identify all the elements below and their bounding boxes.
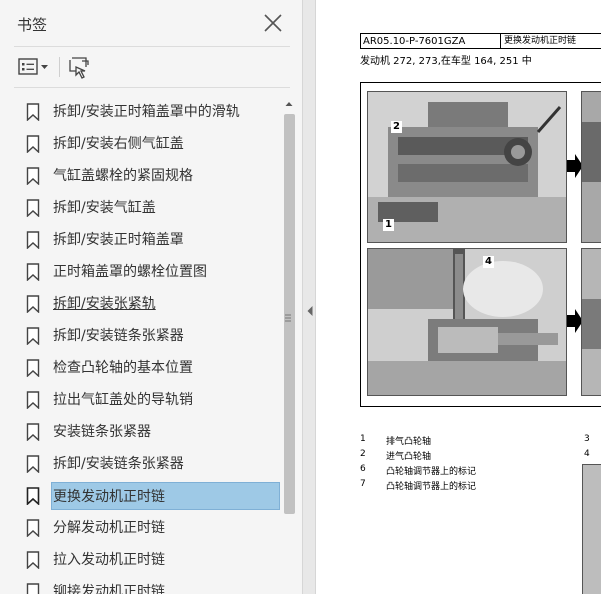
figure-callout: 4	[483, 256, 494, 268]
panel-splitter[interactable]	[302, 0, 316, 594]
bookmark-item[interactable]: 分解发动机正时链	[16, 512, 282, 544]
bookmark-label: 安装链条张紧器	[53, 424, 151, 440]
bookmark-label: 更换发动机正时链	[51, 482, 280, 510]
legend-number: 2	[360, 449, 366, 459]
bookmark-label: 拉入发动机正时链	[53, 552, 165, 568]
bookmark-icon	[26, 487, 40, 505]
figure-legend: 1 排气凸轮轴 3 2 进气凸轮轴 4 6 凸轮轴调节器上的标记 7 凸轮轴调节…	[360, 434, 600, 494]
bookmark-item-selected[interactable]: 更换发动机正时链	[16, 480, 282, 512]
legend-number: 6	[360, 464, 366, 474]
bookmarks-panel: 书签 拆卸/安装正时箱盖罩中的滑轨 拆卸/安装右侧气缸盖 气缸盖螺栓的紧固规格 …	[0, 0, 302, 594]
close-icon[interactable]	[262, 12, 284, 34]
toolbar-separator	[59, 57, 60, 77]
bookmark-item[interactable]: 拆卸/安装链条张紧器	[16, 448, 282, 480]
bookmark-scrollbar[interactable]	[282, 96, 296, 594]
bookmark-icon	[26, 327, 40, 345]
bookmark-icon	[26, 231, 40, 249]
legend-text: 凸轮轴调节器上的标记	[386, 467, 477, 477]
header-separator	[500, 34, 501, 49]
legend-text: 凸轮轴调节器上的标记	[386, 482, 477, 492]
collapse-panel-arrow-icon[interactable]	[306, 302, 314, 316]
bookmark-label: 铆接发动机正时链	[53, 584, 165, 594]
scroll-up-arrow-icon[interactable]	[282, 96, 296, 112]
bookmark-label: 拉出气缸盖处的导轨销	[53, 392, 193, 408]
bookmark-item[interactable]: 气缸盖螺栓的紧固规格	[16, 160, 282, 192]
bookmark-icon	[26, 135, 40, 153]
legend-number: 4	[584, 449, 590, 459]
bookmark-label: 拆卸/安装张紧轨	[53, 296, 156, 312]
partial-photo	[582, 464, 601, 594]
expand-current-bookmark-icon[interactable]	[66, 55, 92, 79]
bookmark-toolbar	[0, 47, 302, 87]
bookmark-icon	[26, 295, 40, 313]
bookmark-label: 拆卸/安装正时箱盖罩	[53, 232, 184, 248]
bookmark-item[interactable]: 铆接发动机正时链	[16, 576, 282, 594]
bookmark-icon	[26, 103, 40, 121]
bookmark-label: 检查凸轮轴的基本位置	[53, 360, 193, 376]
bookmark-list: 拆卸/安装正时箱盖罩中的滑轨 拆卸/安装右侧气缸盖 气缸盖螺栓的紧固规格 拆卸/…	[16, 96, 282, 594]
bookmark-item[interactable]: 拆卸/安装气缸盖	[16, 192, 282, 224]
legend-row: 2 进气凸轮轴 4	[360, 449, 600, 464]
bookmark-icon	[26, 199, 40, 217]
document-subtitle: 发动机 272, 273,在车型 164, 251 中	[360, 56, 532, 67]
bookmark-icon	[26, 167, 40, 185]
engine-photo	[367, 91, 567, 243]
bookmark-icon	[26, 359, 40, 377]
bookmark-icon	[26, 455, 40, 473]
bookmark-label: 拆卸/安装气缸盖	[53, 200, 156, 216]
toolbar-divider	[14, 87, 290, 88]
bookmark-icon	[26, 583, 40, 594]
bookmark-item[interactable]: 拆卸/安装正时箱盖罩	[16, 224, 282, 256]
bookmark-label: 正时箱盖罩的螺栓位置图	[53, 264, 207, 280]
bookmark-label: 拆卸/安装右侧气缸盖	[53, 136, 184, 152]
panel-header: 书签	[0, 0, 302, 46]
bookmark-item[interactable]: 拆卸/安装链条张紧器	[16, 320, 282, 352]
document-header-box: AR05.10-P-7601GZA 更换发动机正时链	[360, 33, 601, 49]
bookmark-label: 拆卸/安装正时箱盖罩中的滑轨	[53, 104, 240, 120]
bookmark-item[interactable]: 检查凸轮轴的基本位置	[16, 352, 282, 384]
bookmark-item[interactable]: 正时箱盖罩的螺栓位置图	[16, 256, 282, 288]
legend-row: 6 凸轮轴调节器上的标记	[360, 464, 600, 479]
bookmark-label: 分解发动机正时链	[53, 520, 165, 536]
bookmark-icon	[26, 519, 40, 537]
bookmark-icon	[26, 391, 40, 409]
chain-tool-photo	[367, 248, 567, 396]
legend-number: 3	[584, 434, 590, 444]
bookmark-options-icon[interactable]	[17, 56, 51, 78]
bookmark-icon	[26, 423, 40, 441]
grip-icon	[284, 308, 292, 322]
panel-title: 书签	[17, 16, 48, 34]
legend-row: 1 排气凸轮轴 3	[360, 434, 600, 449]
legend-text: 排气凸轮轴	[386, 437, 432, 447]
legend-text: 进气凸轮轴	[386, 452, 432, 462]
document-code: AR05.10-P-7601GZA	[363, 36, 466, 47]
legend-number: 7	[360, 479, 366, 489]
figure-callout: 2	[391, 121, 402, 133]
detail-photo	[581, 248, 601, 396]
bookmark-label: 拆卸/安装链条张紧器	[53, 456, 184, 472]
bookmark-label: 气缸盖螺栓的紧固规格	[53, 168, 193, 184]
figure-callout: 1	[383, 219, 394, 231]
bookmark-label: 拆卸/安装链条张紧器	[53, 328, 184, 344]
legend-number: 1	[360, 434, 366, 444]
bookmark-item[interactable]: 拉出气缸盖处的导轨销	[16, 384, 282, 416]
bookmark-item[interactable]: 拉入发动机正时链	[16, 544, 282, 576]
bookmark-item[interactable]: 安装链条张紧器	[16, 416, 282, 448]
document-title: 更换发动机正时链	[504, 36, 577, 46]
figure-frame: 2 1 4	[360, 82, 601, 407]
bookmark-item[interactable]: 拆卸/安装张紧轨	[16, 288, 282, 320]
document-view: AR05.10-P-7601GZA 更换发动机正时链 发动机 272, 273,…	[316, 0, 601, 594]
bookmark-item[interactable]: 拆卸/安装右侧气缸盖	[16, 128, 282, 160]
bookmark-icon	[26, 263, 40, 281]
legend-row: 7 凸轮轴调节器上的标记	[360, 479, 600, 494]
detail-photo	[581, 91, 601, 243]
bookmark-icon	[26, 551, 40, 569]
bookmark-item[interactable]: 拆卸/安装正时箱盖罩中的滑轨	[16, 96, 282, 128]
